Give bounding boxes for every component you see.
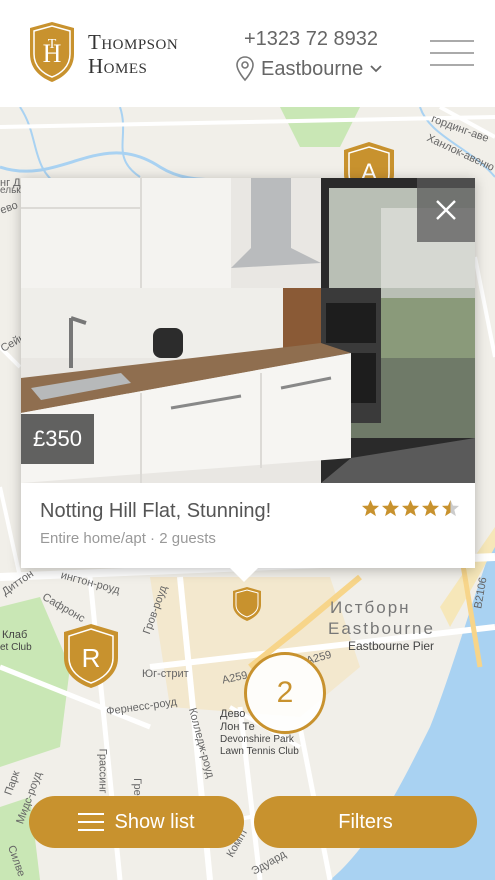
brand-line-1: Thompson	[88, 30, 179, 54]
marker-cluster[interactable]: 2	[244, 652, 326, 734]
show-list-label: Show list	[114, 810, 195, 833]
brand-name[interactable]: Thompson Homes	[88, 30, 178, 78]
map-label-et-club: et Club	[0, 642, 32, 653]
map-label-lawn-tennis: Lawn Tennis Club	[220, 746, 299, 757]
brand-line-2: Homes	[88, 54, 148, 78]
menu-line	[430, 40, 474, 42]
chevron-down-icon	[370, 65, 382, 73]
marker-letter: R	[82, 643, 101, 673]
map-label-devonshire: Devonshire Park	[220, 734, 294, 745]
star-icon	[401, 499, 420, 517]
location-selector[interactable]: Eastbourne	[235, 56, 383, 82]
map-label-devon-ru: Дево	[220, 708, 246, 720]
map-pin-icon	[236, 56, 254, 82]
filters-button[interactable]: Filters	[254, 796, 477, 848]
close-icon	[436, 200, 456, 220]
show-list-button[interactable]: Show list	[29, 796, 244, 848]
property-subtitle: Entire home/apt · 2 guests	[40, 530, 216, 547]
star-icon	[421, 499, 440, 517]
list-icon	[78, 812, 105, 832]
star-icon	[361, 499, 380, 517]
cluster-count: 2	[276, 676, 294, 709]
location-label: Eastbourne	[261, 57, 364, 80]
map-label-lon-te: Лон Те	[220, 721, 255, 733]
menu-line	[430, 52, 474, 54]
star-icon	[441, 499, 460, 517]
menu-line	[430, 64, 474, 66]
popup-pointer	[228, 566, 260, 582]
rating-stars	[361, 499, 461, 518]
header: H T Thompson Homes +1323 72 8932 Eastbou…	[0, 0, 495, 107]
property-title[interactable]: Notting Hill Flat, Stunning!	[40, 500, 271, 523]
property-marker-r[interactable]: R	[62, 622, 120, 690]
close-popup-button[interactable]	[417, 178, 475, 242]
property-popup-card[interactable]: £350 Notting Hill Flat, Stunning! Entire…	[21, 178, 475, 568]
svg-text:T: T	[48, 37, 57, 52]
map-label-club: Клаб	[2, 629, 28, 641]
filters-label: Filters	[338, 810, 393, 833]
map-label-eastbourne-en: Eastbourne	[328, 619, 435, 638]
map-label-ug-street: Юг-стрит	[142, 668, 189, 680]
selected-property-marker[interactable]	[232, 586, 262, 622]
menu-button[interactable]	[430, 38, 474, 68]
map-label-elk: ельк	[0, 185, 21, 196]
phone-number-link[interactable]: +1323 72 8932	[244, 28, 378, 51]
star-icon	[381, 499, 400, 517]
property-photo[interactable]: £350	[21, 178, 475, 483]
price-badge: £350	[21, 414, 94, 464]
thompson-crest-logo-icon[interactable]: H T	[26, 20, 78, 84]
map-label-grassington: Грассинг	[96, 748, 109, 794]
map-label-pier: Eastbourne Pier	[348, 639, 435, 653]
map-label-eastbourne-ru: Истборн	[330, 598, 411, 617]
